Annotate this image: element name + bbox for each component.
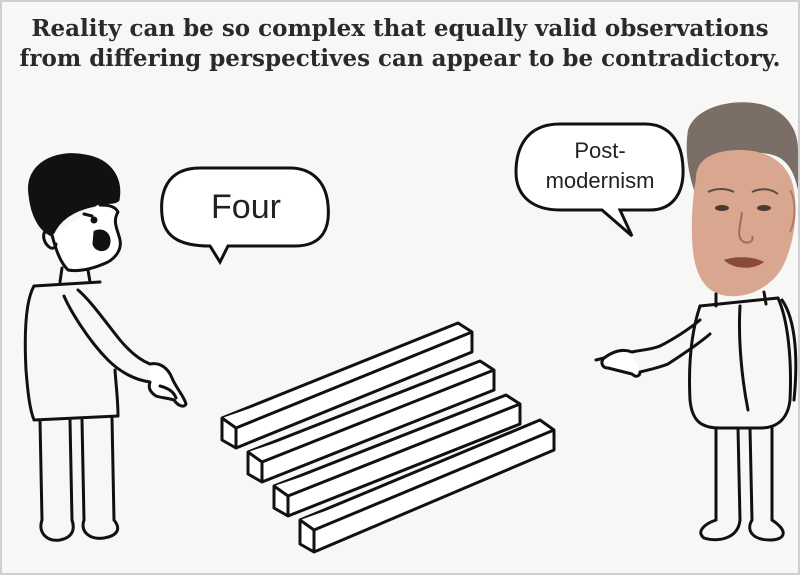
right-speech-bubble: Post- modernism <box>514 122 685 238</box>
left-bubble-text: Four <box>211 188 281 226</box>
right-bubble-text-line-2: modernism <box>546 168 655 193</box>
left-speech-bubble: Four <box>160 166 330 266</box>
photo-head <box>686 102 798 297</box>
cartoon-scene: Four Post- modernism <box>0 0 800 575</box>
impossible-beams <box>220 321 556 554</box>
right-bubble-text-line-1: Post- <box>574 138 625 163</box>
